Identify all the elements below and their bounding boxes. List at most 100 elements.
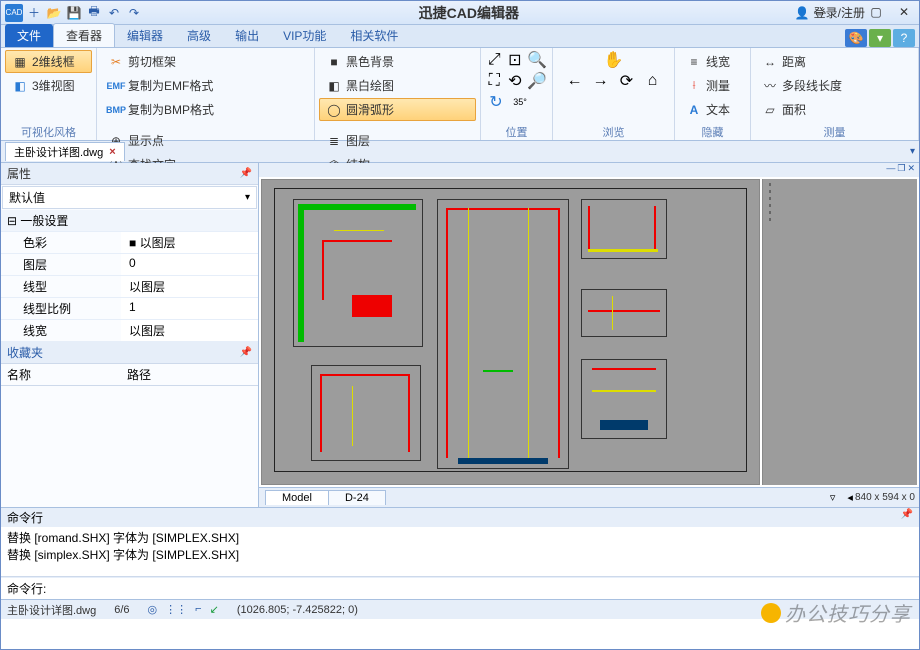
polar-icon[interactable]: ↙ <box>210 603 219 616</box>
command-log[interactable]: 替换 [romand.SHX] 字体为 [SIMPLEX.SHX] 替换 [si… <box>1 527 919 577</box>
pin-icon[interactable]: 📌 <box>901 509 913 526</box>
pin-icon[interactable]: 📌 <box>240 168 252 179</box>
prop-value[interactable]: 以图层 <box>121 276 258 297</box>
chevron-down-icon[interactable]: ▾ <box>869 29 891 47</box>
minimize-icon[interactable]: – <box>835 3 861 21</box>
btn-text-toggle[interactable]: A文本 <box>679 98 746 121</box>
dropdown-icon[interactable]: ▿ <box>830 491 836 504</box>
btn-black-bg[interactable]: ■黑色背景 <box>319 50 476 73</box>
app-icon[interactable]: CAD <box>5 4 23 22</box>
drawing-canvas[interactable] <box>261 179 760 485</box>
refresh-icon[interactable]: ⟳ <box>616 71 638 91</box>
btn-smooth-arc[interactable]: ◯圆滑弧形 <box>319 98 476 121</box>
btn-copy-bmp[interactable]: BMP复制为BMP格式 <box>101 98 310 121</box>
prop-category[interactable]: ⊟ 一般设置 <box>1 210 258 232</box>
mini-minimize-icon[interactable]: — <box>886 163 895 177</box>
polyline-icon: 〰 <box>762 78 778 94</box>
btn-polylength[interactable]: 〰多段线长度 <box>755 74 914 97</box>
help-icon[interactable]: ? <box>893 29 915 47</box>
prop-row-lweight[interactable]: 线宽以图层 <box>1 320 258 342</box>
layout-tab-bar: Model D-24 ▿ ◂ 840 x 594 x 0 <box>259 487 919 507</box>
arrow-left-icon[interactable]: ← <box>564 71 586 91</box>
prop-row-color[interactable]: 色彩■ 以图层 <box>1 232 258 254</box>
prop-row-ltscale[interactable]: 线型比例1 <box>1 298 258 320</box>
zoom-extents-icon[interactable]: ⤢ <box>485 50 504 70</box>
angle-icon[interactable]: 35° <box>509 92 531 112</box>
menubar-right: 🎨 ▾ ? <box>845 29 919 47</box>
btn-bw-draw[interactable]: ◧黑白绘图 <box>319 74 476 97</box>
btn-2d-wireframe[interactable]: ▦2维线框 <box>5 50 92 73</box>
mini-close-icon[interactable]: ✕ <box>907 163 915 177</box>
ortho-icon[interactable]: ⌐ <box>195 603 201 616</box>
canvas-zone: — ❐ ✕ <box>259 163 919 507</box>
tab-editor[interactable]: 编辑器 <box>115 24 175 47</box>
open-icon[interactable]: 📂 <box>45 4 63 22</box>
canvas-wrap <box>259 177 919 487</box>
pin-icon[interactable]: 📌 <box>240 347 252 358</box>
document-tab-label: 主卧设计详图.dwg <box>14 144 103 160</box>
btn-area[interactable]: ▱面积 <box>755 98 914 121</box>
tab-dropdown-icon[interactable]: ▾ <box>910 146 915 157</box>
rotate-icon[interactable]: ↻ <box>485 92 507 112</box>
undo-icon[interactable]: ↶ <box>105 4 123 22</box>
group-browse: ✋ ← → ⟳ ⌂ 浏览 <box>553 48 675 140</box>
save-icon[interactable]: 💾 <box>65 4 83 22</box>
command-title: 命令行 <box>7 509 43 526</box>
tab-advanced[interactable]: 高级 <box>175 24 223 47</box>
tab-vip[interactable]: VIP功能 <box>271 24 338 47</box>
btn-copy-emf[interactable]: EMF复制为EMF格式 <box>101 74 310 97</box>
prop-value[interactable]: 1 <box>121 298 258 319</box>
black-bg-icon: ■ <box>326 54 342 70</box>
label: 线宽 <box>706 53 730 70</box>
command-panel: 命令行 📌 替换 [romand.SHX] 字体为 [SIMPLEX.SHX] … <box>1 507 919 599</box>
tab-output[interactable]: 输出 <box>223 24 271 47</box>
zoom-in-icon[interactable]: 🔍 <box>526 50 548 70</box>
zoom-window-icon[interactable]: ⊡ <box>506 50 525 70</box>
tab-related[interactable]: 相关软件 <box>338 24 410 47</box>
tab-layout[interactable]: D-24 <box>328 490 386 505</box>
btn-3d-view[interactable]: ◧3维视图 <box>5 74 92 97</box>
command-prompt: 命令行: <box>7 582 46 596</box>
fit-icon[interactable]: ⛶ <box>485 71 504 91</box>
group-label: 隐藏 <box>679 124 746 140</box>
btn-measure-toggle[interactable]: ⟊测量 <box>679 74 746 97</box>
btn-distance[interactable]: ↔距离 <box>755 50 914 73</box>
pan-icon[interactable]: ✋ <box>603 50 625 70</box>
prop-value[interactable]: ■ 以图层 <box>121 232 258 253</box>
skin-icon[interactable]: 🎨 <box>845 29 867 47</box>
zoom-out-icon[interactable]: 🔎 <box>526 71 548 91</box>
default-dropdown[interactable]: 默认值 ▾ <box>2 186 257 209</box>
prop-value[interactable]: 以图层 <box>121 320 258 341</box>
btn-layers[interactable]: ≣图层 <box>319 129 476 152</box>
label: 测量 <box>706 77 730 94</box>
grid-icon[interactable]: ⋮⋮ <box>165 603 187 616</box>
scroll-left-icon[interactable]: ◂ <box>847 491 853 504</box>
new-icon[interactable]: ＋ <box>25 4 43 22</box>
canvas-status: ▿ ◂ 840 x 594 x 0 <box>830 491 919 504</box>
prop-row-layer[interactable]: 图层0 <box>1 254 258 276</box>
prop-row-linetype[interactable]: 线型以图层 <box>1 276 258 298</box>
snap-icon[interactable]: ◎ <box>148 603 158 616</box>
tab-model[interactable]: Model <box>265 490 329 505</box>
redo-icon[interactable]: ↷ <box>125 4 143 22</box>
group-position: ⤢⊡🔍 ⛶⟲🔎 ↻35° 位置 <box>481 48 553 140</box>
tab-viewer[interactable]: 查看器 <box>53 23 115 47</box>
document-tab[interactable]: 主卧设计详图.dwg × <box>5 142 125 161</box>
btn-show-point[interactable]: ⊕显示点 <box>101 129 310 152</box>
close-icon[interactable]: ✕ <box>891 3 917 21</box>
tab-file[interactable]: 文件 <box>5 24 53 47</box>
close-tab-icon[interactable]: × <box>109 146 115 158</box>
mini-restore-icon[interactable]: ❐ <box>897 163 905 177</box>
btn-clip-frame[interactable]: ✂剪切框架 <box>101 50 310 73</box>
home-icon[interactable]: ⌂ <box>642 71 664 91</box>
maximize-icon[interactable]: ▢ <box>863 3 889 21</box>
arrow-right-icon[interactable]: → <box>590 71 612 91</box>
btn-lineweight[interactable]: ≡线宽 <box>679 50 746 73</box>
label: 黑色背景 <box>346 53 394 70</box>
print-icon[interactable]: 🖶 <box>85 4 103 22</box>
dash-icon[interactable]: — <box>807 3 833 21</box>
prop-value[interactable]: 0 <box>121 254 258 275</box>
command-input[interactable]: 命令行: <box>1 577 919 599</box>
chevron-down-icon: ▾ <box>245 192 250 203</box>
zoom-prev-icon[interactable]: ⟲ <box>506 71 525 91</box>
